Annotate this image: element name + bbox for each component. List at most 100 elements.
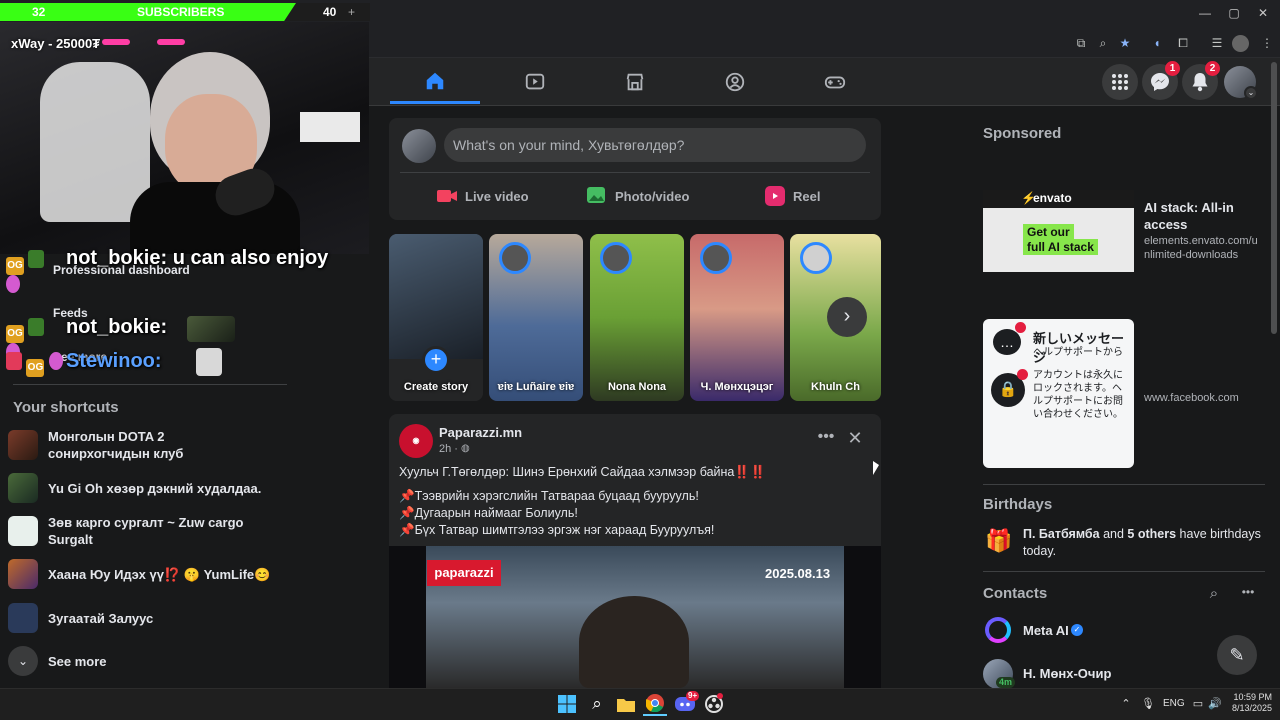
tray-chevron-icon[interactable]: ⌃: [1118, 697, 1134, 711]
ad-image-envato[interactable]: envato ⚡ Get our full AI stack: [983, 190, 1134, 272]
shortcut-item[interactable]: Зугаатай Залуус: [8, 598, 288, 638]
extensions-puzzle-icon[interactable]: ⧠: [1174, 35, 1192, 51]
story-card[interactable]: Ч. Мөнхцэцэг: [690, 234, 784, 401]
maximize-button[interactable]: ▢: [1219, 4, 1249, 22]
photo-video-button[interactable]: Photo/video: [587, 184, 689, 208]
extension-icon[interactable]: ◖: [1148, 35, 1166, 51]
popup-badge-icon: [1015, 322, 1026, 333]
chat-text: u can also enjoy: [172, 247, 329, 269]
ad-text-1: Get our: [1023, 224, 1074, 240]
post-author[interactable]: Paparazzi.mn: [439, 425, 522, 440]
messenger-badge: 1: [1165, 61, 1180, 76]
chat-message: not_bokie: u can also enjoy: [66, 247, 328, 270]
microphone-icon[interactable]: 🎙: [1140, 697, 1156, 711]
subscriber-label: SUBSCRIBERS: [137, 5, 225, 19]
reel-button[interactable]: Reel: [765, 184, 820, 208]
post-image-brand: paparazzi: [427, 560, 501, 586]
ad-title[interactable]: AI stack: All-in access: [1144, 199, 1264, 233]
sidebar-see-more[interactable]: ⌄ See more: [8, 641, 288, 681]
chat-badges: OG: [6, 352, 66, 377]
tab-list-icon[interactable]: ☰: [1208, 35, 1226, 51]
windows-taskbar: [0, 688, 1280, 720]
page-scrollbar[interactable]: [1271, 62, 1277, 334]
profile-avatar[interactable]: [1232, 35, 1249, 52]
post-close-icon[interactable]: ✕: [845, 428, 865, 448]
photo-icon: [587, 187, 605, 203]
chat-badges: OG: [6, 250, 62, 293]
chat-username: not_bokie:: [66, 316, 168, 338]
post-image-person: [579, 596, 689, 688]
ad-image-scam[interactable]: … 新しいメッセージ ヘルプサポートから 🔒 アカウントは永久にロックされます。…: [983, 319, 1134, 468]
tab-home[interactable]: [390, 60, 480, 104]
file-explorer-icon[interactable]: [614, 692, 638, 716]
tab-groups[interactable]: [690, 60, 780, 104]
live-video-button[interactable]: Live video: [437, 184, 529, 208]
contact-name[interactable]: Н. Мөнх-Очир: [1023, 666, 1111, 681]
story-card[interactable]: ɐiɐ Luñaire ɐiɐ: [489, 234, 583, 401]
donation-bar: [102, 39, 130, 45]
shortcut-item[interactable]: Хаана Юу Идэх үү⁉️ 🤫 YumLife😊: [8, 554, 288, 594]
cast-icon[interactable]: ⧉: [1072, 35, 1090, 51]
popup-body: アカウントは永久にロックされます。ヘルプサポートにお問い合わせください。: [1033, 370, 1123, 420]
ad-url[interactable]: www.facebook.com: [1144, 392, 1239, 404]
composer-input[interactable]: What's on your mind, Хувьтөгөлдөр?: [444, 128, 866, 162]
clock[interactable]: 10:59 PM 8/13/2025: [1228, 692, 1272, 714]
windows-logo-icon: [558, 695, 576, 713]
menu-button[interactable]: [1102, 64, 1138, 100]
start-button[interactable]: [555, 692, 579, 716]
donation-label: xWay - 25000₮: [11, 36, 101, 51]
stories-next-button[interactable]: ›: [827, 297, 867, 337]
birthdays-title: Birthdays: [983, 496, 1053, 513]
contact-name[interactable]: Meta AI: [1023, 623, 1069, 638]
shortcut-label: Монголын DOTA 2 сонирхогчидын клуб: [48, 429, 184, 461]
contacts-more-icon[interactable]: •••: [1238, 585, 1258, 603]
contacts-search-icon[interactable]: ⌕: [1205, 585, 1223, 603]
birthday-and: and: [1103, 527, 1124, 541]
zoom-icon[interactable]: ⌕: [1094, 35, 1112, 51]
shortcut-thumb: [8, 430, 38, 460]
shortcut-item[interactable]: Зөв карго сургалт ~ Zuw cargo Surgalt: [8, 511, 288, 551]
tab-video[interactable]: [490, 60, 580, 104]
story-name: ɐiɐ Luñaire ɐiɐ: [497, 381, 575, 393]
post-image[interactable]: paparazzi 2025.08.13: [389, 546, 881, 688]
chat-emote-image: [187, 316, 235, 342]
gift-badge-icon: [6, 352, 22, 370]
tab-gaming[interactable]: [790, 60, 880, 104]
post-author-avatar[interactable]: ◉: [399, 424, 433, 458]
post-time[interactable]: 2h ·: [439, 443, 458, 455]
bookmark-star-icon[interactable]: ★: [1116, 35, 1134, 51]
close-window-button[interactable]: ✕: [1248, 4, 1278, 22]
right-divider: [983, 571, 1265, 572]
story-card[interactable]: Nona Nona: [590, 234, 684, 401]
tab-marketplace[interactable]: [590, 60, 680, 104]
birthday-others: 5 others: [1127, 527, 1177, 541]
chrome-taskbar-icon[interactable]: [643, 692, 667, 716]
ad-url[interactable]: elements.envato.com/unlimited-downloads: [1144, 234, 1260, 262]
post-text-line: 📌Бүх Татвар шимтгэлээ эргэж нэг хараад Б…: [399, 523, 715, 537]
taskbar-search-icon[interactable]: ⌕: [585, 692, 609, 716]
groups-icon: [725, 72, 745, 92]
new-message-button[interactable]: ✎: [1217, 635, 1257, 675]
create-story-card[interactable]: + Create story: [389, 234, 483, 401]
shortcut-item[interactable]: Yu Gi Oh хөзөр дэкний худалдаа.: [8, 468, 288, 508]
video-icon: [525, 73, 545, 90]
chat-username: not_bokie:: [66, 247, 168, 269]
shortcut-label: Зөв карго сургалт ~ Zuw cargo Surgalt: [48, 515, 244, 547]
display-icon[interactable]: ▭: [1190, 697, 1206, 711]
gift-icon: 🎁: [985, 528, 1013, 553]
account-chevron-icon[interactable]: ⌄: [1244, 86, 1258, 100]
chat-badges: OG: [6, 318, 62, 361]
post-more-icon[interactable]: •••: [815, 428, 837, 448]
reel-label: Reel: [793, 188, 821, 204]
contact-status: 4m: [996, 677, 1016, 688]
story-avatar: [700, 242, 732, 274]
input-language[interactable]: ENG: [1163, 698, 1185, 709]
gaming-chair: [40, 62, 150, 222]
shortcut-label: Зугаатай Залуус: [48, 610, 154, 626]
minimize-button[interactable]: —: [1190, 4, 1220, 22]
shortcut-item[interactable]: Монголын DOTA 2 сонирхогчидын клуб: [8, 424, 288, 466]
speaker-icon[interactable]: 🔊: [1207, 697, 1223, 711]
browser-menu-icon[interactable]: ⋮: [1258, 35, 1276, 51]
birthday-text[interactable]: П. Батбямба and 5 others have birthdays …: [1023, 526, 1263, 560]
messenger-icon: [1151, 73, 1169, 91]
